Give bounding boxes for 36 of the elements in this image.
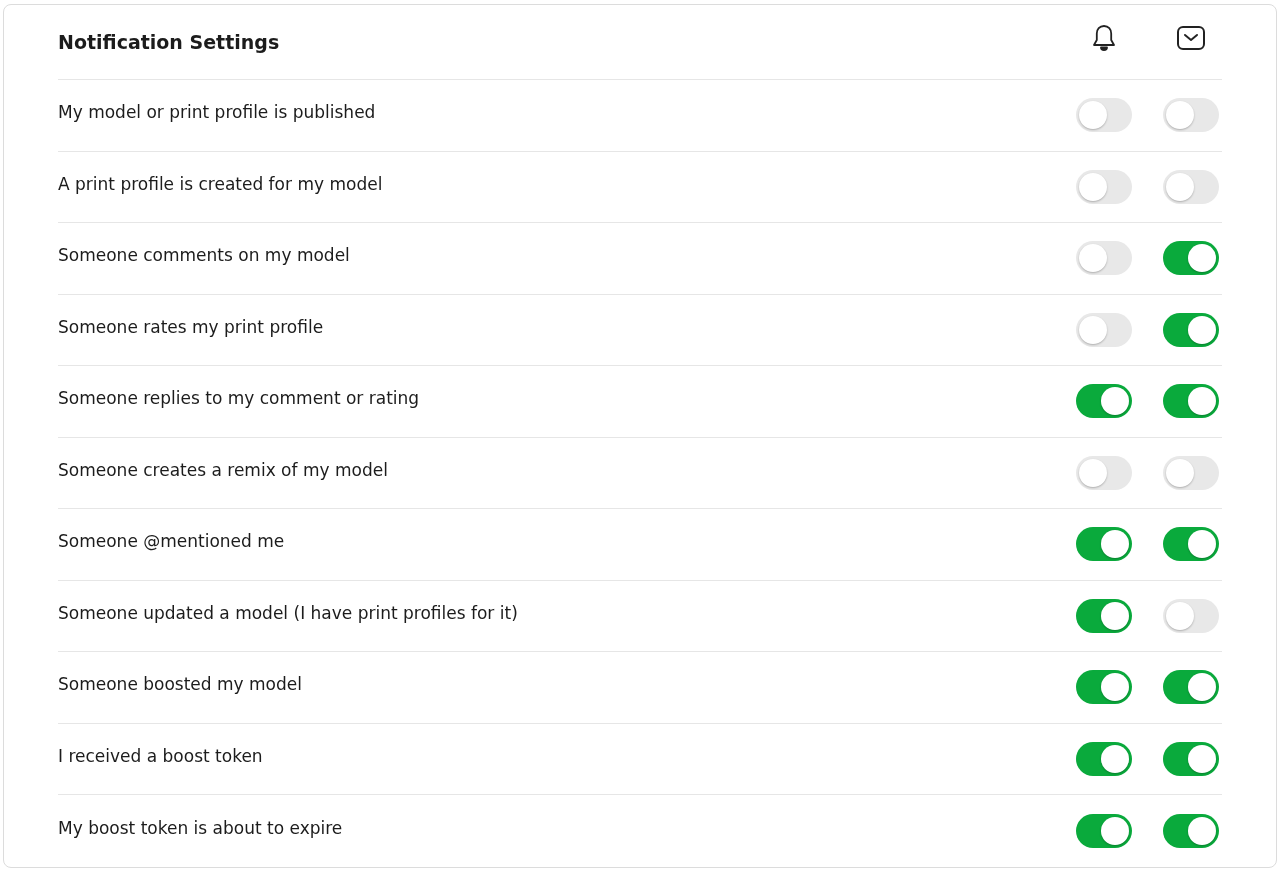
email-toggle[interactable] xyxy=(1163,741,1219,776)
setting-label: Someone rates my print profile xyxy=(58,316,325,337)
notification-toggle[interactable] xyxy=(1076,598,1132,633)
email-toggle[interactable] xyxy=(1163,312,1219,347)
notification-toggle[interactable] xyxy=(1076,527,1132,562)
email-toggle[interactable] xyxy=(1163,241,1219,276)
setting-label: Someone updated a model (I have print profiles for it) xyxy=(58,602,519,623)
email-toggle[interactable] xyxy=(1163,527,1219,562)
email-toggle[interactable] xyxy=(1163,670,1219,705)
setting-label: My boost token is about to expire xyxy=(58,817,344,838)
bell-icon xyxy=(1091,24,1117,52)
envelope-icon xyxy=(1176,25,1206,51)
email-toggle[interactable] xyxy=(1163,598,1219,633)
setting-label: I received a boost token xyxy=(58,745,264,766)
notification-toggle[interactable] xyxy=(1076,455,1132,490)
email-toggle[interactable] xyxy=(1163,169,1219,204)
setting-label: My model or print profile is published xyxy=(58,102,377,123)
notification-toggle[interactable] xyxy=(1076,169,1132,204)
setting-label: A print profile is created for my model xyxy=(58,173,384,194)
setting-label: Someone comments on my model xyxy=(58,245,351,266)
card-title: Notification Settings xyxy=(58,31,281,53)
setting-label: Someone replies to my comment or rating xyxy=(58,388,421,409)
email-toggle[interactable] xyxy=(1163,455,1219,490)
email-toggle[interactable] xyxy=(1163,384,1219,419)
email-toggle[interactable] xyxy=(1163,813,1219,848)
notification-toggle[interactable] xyxy=(1076,741,1132,776)
notification-toggle[interactable] xyxy=(1076,98,1132,133)
setting-label: Someone boosted my model xyxy=(58,674,303,695)
setting-label: Someone @mentioned me xyxy=(58,531,286,552)
notification-toggle[interactable] xyxy=(1076,241,1132,276)
notification-toggle[interactable] xyxy=(1076,384,1132,419)
notification-toggle[interactable] xyxy=(1076,312,1132,347)
setting-label: Someone creates a remix of my model xyxy=(58,459,389,480)
notification-toggle[interactable] xyxy=(1076,670,1132,705)
email-toggle[interactable] xyxy=(1163,98,1219,133)
notification-toggle[interactable] xyxy=(1076,813,1132,848)
